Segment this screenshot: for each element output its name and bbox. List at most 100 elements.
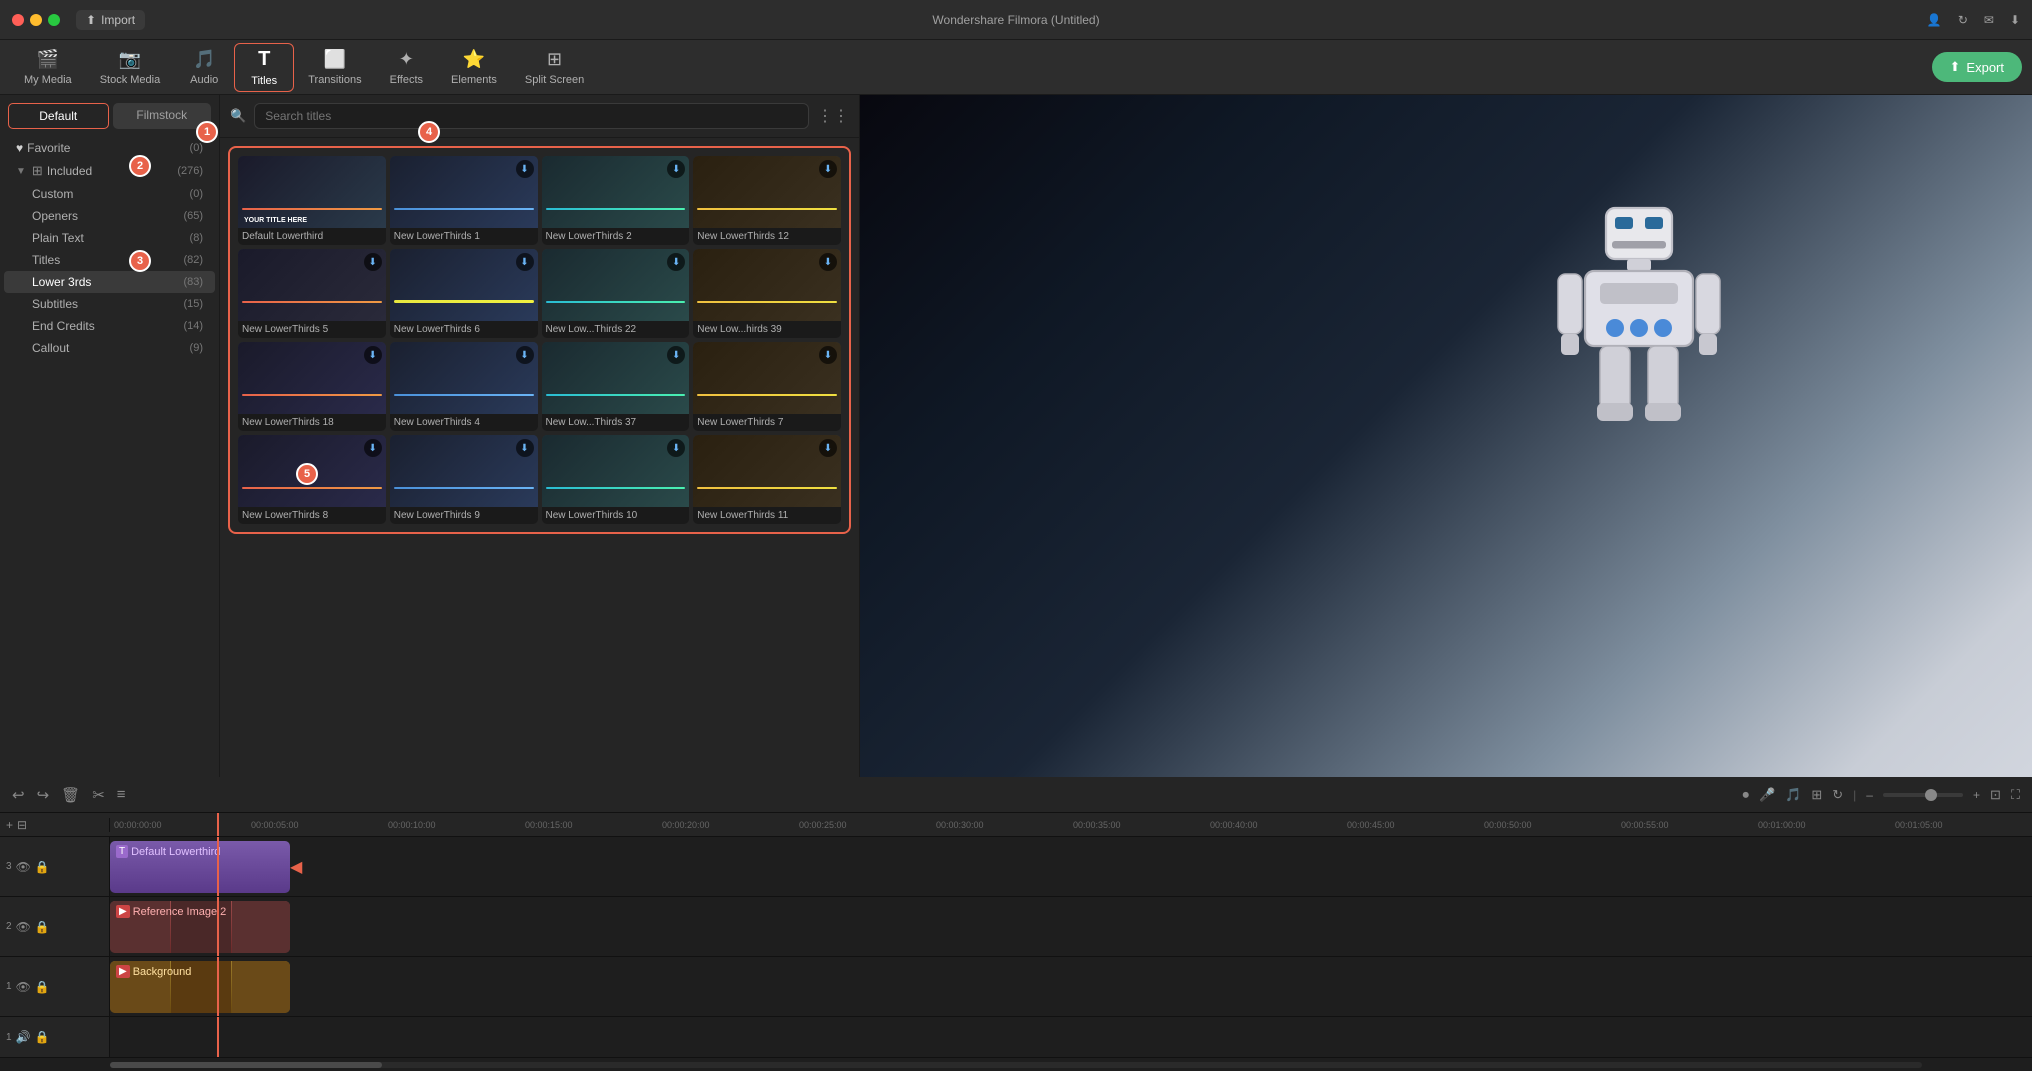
download-icon: ⬇ (516, 439, 534, 457)
title-card-12[interactable]: ⬇ New LowerThirds 12 (693, 156, 841, 245)
title-name: New LowerThirds 6 (390, 321, 538, 338)
title-card-37[interactable]: ⬇ New Low...Thirds 37 (542, 342, 690, 431)
download-icon: ⬇ (364, 253, 382, 271)
mic-button[interactable]: 🎤 (1759, 787, 1775, 803)
elements-label: Elements (451, 74, 497, 86)
tree-custom[interactable]: Custom (0) (4, 183, 215, 205)
tree-openers[interactable]: Openers (65) (4, 205, 215, 227)
message-icon[interactable]: ✉ (1984, 13, 1994, 27)
list-button[interactable]: ≡ (117, 786, 126, 803)
toolbar-stock-media[interactable]: 📷 Stock Media (86, 45, 175, 90)
title-name: New LowerThirds 1 (390, 228, 538, 245)
title-card-2[interactable]: ⬇ New LowerThirds 2 (542, 156, 690, 245)
toolbar-effects[interactable]: ✦ Effects (376, 45, 437, 90)
track-3-lock-icon[interactable]: 🔒 (35, 860, 50, 874)
undo-button[interactable]: ↩ (12, 786, 25, 804)
toolbar-my-media[interactable]: 🎬 My Media (10, 45, 86, 90)
title-card-6[interactable]: ⬇ New LowerThirds 6 (390, 249, 538, 338)
tree-plain-text[interactable]: Plain Text (8) (4, 227, 215, 249)
track-settings-button[interactable]: ⊟ (17, 818, 27, 832)
track-2-lock-icon[interactable]: 🔒 (35, 920, 50, 934)
zoom-out-icon[interactable]: – (1866, 788, 1873, 802)
clip-reference-image[interactable]: ▶ Reference Image 2 (110, 901, 290, 953)
timeline-scrollbar[interactable] (0, 1057, 2032, 1071)
clip-background[interactable]: ▶ Background (110, 961, 290, 1013)
zoom-slider[interactable] (1883, 793, 1963, 797)
clip-label: Default Lowerthird (131, 846, 220, 858)
cut-button[interactable]: ✂ (92, 786, 105, 804)
tree-titles[interactable]: Titles (82) (4, 249, 215, 271)
loop-button[interactable]: ↻ (1832, 787, 1843, 803)
clip-default-lowerthird[interactable]: T Default Lowerthird (110, 841, 290, 893)
search-input[interactable] (254, 103, 809, 129)
title-card-5[interactable]: ⬇ New LowerThirds 5 (238, 249, 386, 338)
music-button[interactable]: 🎵 (1785, 787, 1801, 803)
title-card-default-lowerthird[interactable]: YOUR TITLE HERE Default Lowerthird (238, 156, 386, 245)
tree-lower-3rds[interactable]: Lower 3rds (83) (4, 271, 215, 293)
title-card-4[interactable]: ⬇ New LowerThirds 4 (390, 342, 538, 431)
tree-included[interactable]: ▼ ⊞ Included (276) (4, 159, 215, 183)
tree-subtitles[interactable]: Subtitles (15) (4, 293, 215, 315)
title-card-r4-3[interactable]: ⬇ New LowerThirds 10 (542, 435, 690, 524)
import-button[interactable]: ⬆ Import (76, 10, 145, 30)
expand-button[interactable]: ⛶ (2011, 787, 2020, 803)
download-icon: ⬇ (516, 346, 534, 364)
title-card-1[interactable]: ⬇ New LowerThirds 1 (390, 156, 538, 245)
download-icon: ⬇ (516, 253, 534, 271)
mosaic-button[interactable]: ⊞ (1811, 787, 1822, 803)
fit-button[interactable]: ⊡ (1990, 787, 2001, 803)
stock-media-icon: 📷 (119, 49, 141, 70)
toolbar-elements[interactable]: ⭐ Elements (437, 45, 511, 90)
add-track-button[interactable]: + (6, 818, 13, 832)
title-card-18[interactable]: ⬇ New LowerThirds 18 (238, 342, 386, 431)
transitions-icon: ⬜ (324, 49, 346, 70)
audio-lock-icon[interactable]: 🔒 (35, 1030, 50, 1044)
tree-callout[interactable]: Callout (9) (4, 337, 215, 359)
title-name: New LowerThirds 8 (238, 507, 386, 524)
title-card-39[interactable]: ⬇ New Low...hirds 39 (693, 249, 841, 338)
transitions-label: Transitions (308, 74, 361, 86)
titlebar-actions: 👤 ↻ ✉ ⬇ (1927, 13, 2020, 27)
download-icon: ⬇ (819, 160, 837, 178)
maximize-button[interactable] (48, 14, 60, 26)
track-1-lock-icon[interactable]: 🔒 (35, 980, 50, 994)
toolbar-audio[interactable]: 🎵 Audio (174, 45, 234, 90)
my-media-label: My Media (24, 74, 72, 86)
title-card-7[interactable]: ⬇ New LowerThirds 7 (693, 342, 841, 431)
account-icon[interactable]: 👤 (1927, 13, 1942, 27)
tab-filmstock[interactable]: Filmstock (113, 103, 212, 129)
title-name: New LowerThirds 12 (693, 228, 841, 245)
redo-button[interactable]: ↪ (37, 786, 50, 804)
title-card-r4-2[interactable]: ⬇ New LowerThirds 9 (390, 435, 538, 524)
record-button[interactable]: ⏺ (1742, 787, 1749, 803)
track-3-eye-icon[interactable]: 👁 (16, 860, 31, 874)
effects-icon: ✦ (399, 49, 414, 70)
track-3-label: 3 👁 🔒 (0, 837, 110, 896)
track-2-label: 2 👁 🔒 (0, 897, 110, 956)
audio-mute-icon[interactable]: 🔊 (16, 1030, 31, 1044)
toolbar-split-screen[interactable]: ⊞ Split Screen (511, 45, 598, 90)
download-icon: ⬇ (364, 439, 382, 457)
tab-default[interactable]: Default (8, 103, 109, 129)
timeline-ruler: + ⊟ 00:00:00:00 00:00:05:00 00:00:10:00 … (0, 813, 2032, 837)
bg-clip-icon: ▶ (116, 965, 130, 978)
grid-view-icon[interactable]: ⋮⋮ (817, 106, 849, 126)
export-button[interactable]: ⬆ Export (1932, 52, 2022, 82)
download-icon[interactable]: ⬇ (2010, 13, 2020, 27)
title-card-r4-4[interactable]: ⬇ New LowerThirds 11 (693, 435, 841, 524)
titles-grid: YOUR TITLE HERE Default Lowerthird ⬇ New… (228, 146, 851, 534)
delete-button[interactable]: 🗑 (61, 786, 80, 804)
toolbar-transitions[interactable]: ⬜ Transitions (294, 45, 375, 90)
tree-end-credits[interactable]: End Credits (14) (4, 315, 215, 337)
track-2-eye-icon[interactable]: 👁 (16, 920, 31, 934)
toolbar-titles[interactable]: T Titles (234, 43, 294, 92)
close-button[interactable] (12, 14, 24, 26)
refresh-icon[interactable]: ↻ (1958, 13, 1968, 27)
tree-favorite[interactable]: ♥ Favorite (0) (4, 137, 215, 159)
zoom-in-icon[interactable]: + (1973, 788, 1980, 802)
track-1-label: 1 👁 🔒 (0, 957, 110, 1016)
minimize-button[interactable] (30, 14, 42, 26)
track-1-eye-icon[interactable]: 👁 (16, 980, 31, 994)
download-icon: ⬇ (819, 346, 837, 364)
title-card-22[interactable]: ⬇ New Low...Thirds 22 (542, 249, 690, 338)
